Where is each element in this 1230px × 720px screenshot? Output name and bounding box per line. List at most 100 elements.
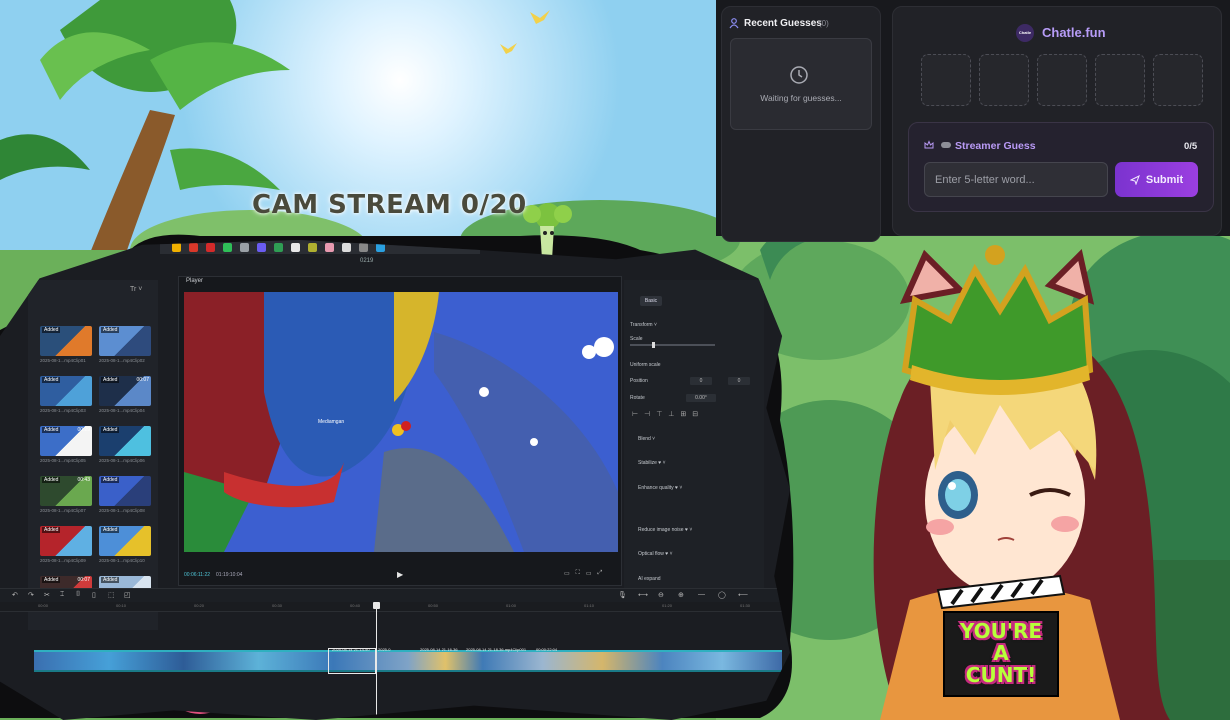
- track-clip-label: 2025-08-14 21-18-36.mp4Clip001: [466, 647, 527, 652]
- scale-slider-handle[interactable]: [652, 342, 655, 348]
- thumbnail-duration: 00:07: [77, 577, 90, 583]
- timeline-tool-icon[interactable]: ▯: [92, 591, 96, 599]
- thumbnail-name: 2025-08-1...mp4Clip10: [99, 558, 145, 563]
- timeline-tool-icon[interactable]: 🎙: [618, 591, 627, 599]
- player-control-icon[interactable]: ⤢: [598, 570, 603, 577]
- timeline-ruler[interactable]: 00:00 00:10 00:20 00:30 00:40 00:50 01:00 01:10…: [0, 602, 790, 612]
- selected-clip[interactable]: [328, 648, 376, 674]
- scale-slider[interactable]: [630, 342, 715, 348]
- media-filter-tools[interactable]: Tr ˅: [130, 286, 142, 293]
- discord-icon[interactable]: [257, 242, 266, 252]
- current-time: 00:06:11:22: [184, 572, 211, 578]
- chatle-brand[interactable]: Chatle.fun: [1042, 25, 1106, 40]
- ruler-tick-label: 00:20: [194, 603, 205, 608]
- ruler-tick-label: 00:10: [116, 603, 127, 608]
- thumbnail-name: 2025-08-1...mp4Clip01: [40, 358, 86, 363]
- thumbnail-duration: 00:07: [136, 377, 149, 383]
- position-x-field[interactable]: 0: [690, 377, 712, 385]
- rotate-label: Rotate: [630, 395, 645, 401]
- thumbnail-added-tag: Added: [101, 577, 120, 583]
- optical-flow-section[interactable]: Optical flow ♥ ˅: [638, 551, 673, 557]
- ruler-tick-label: 00:40: [350, 603, 361, 608]
- thumbnail-name: 2025-08-1...mp4Clip02: [99, 358, 145, 363]
- pin-icon[interactable]: [206, 242, 215, 252]
- stabilize-section[interactable]: Stabilize ♥ ˅: [638, 460, 666, 466]
- align-tools[interactable]: ⊢⊣⊤⊥⊞⊟: [632, 410, 704, 418]
- timeline-toolbar: [0, 588, 790, 602]
- send-icon: [1129, 174, 1140, 185]
- clock-icon: [790, 66, 808, 84]
- guess-word-input[interactable]: [924, 162, 1108, 197]
- timeline-tool-icon[interactable]: ⟵: [738, 591, 748, 599]
- media-thumbnail[interactable]: Added 00:07: [99, 376, 151, 406]
- app-icon[interactable]: [240, 242, 249, 252]
- playhead[interactable]: [373, 602, 380, 720]
- media-thumbnail[interactable]: Added 00:43: [40, 476, 92, 506]
- media-thumbnail[interactable]: Added: [99, 426, 151, 456]
- timeline-tool-icon[interactable]: ↶: [12, 591, 18, 599]
- guess-count: 0/5: [1184, 141, 1198, 152]
- gamepad-icon: [941, 142, 951, 148]
- thumbnail-name: 2025-08-1...mp4Clip03: [40, 408, 86, 413]
- ruler-tick-label: 01:10: [584, 603, 595, 608]
- sheet-icon[interactable]: [274, 242, 283, 252]
- player-controls: ▭ ⛶ ▭ ⤢: [564, 570, 602, 577]
- timeline-tool-icon[interactable]: ↷: [28, 591, 34, 599]
- transform-section[interactable]: Transform ˅: [630, 322, 657, 328]
- thumbnail-added-tag: Added: [101, 427, 120, 433]
- timeline-tool-icon[interactable]: ⌶: [60, 591, 64, 599]
- video-editor-window: 0219 Tr ˅ Added 2025-08-1...mp4Clip01 Adde…: [0, 240, 790, 720]
- capcut-icon-2[interactable]: [342, 242, 351, 252]
- thumbnail-added-tag: Added: [42, 577, 61, 583]
- letter-slot: [1095, 54, 1145, 106]
- whatsapp-icon[interactable]: [223, 242, 232, 252]
- timeline-tool-icon[interactable]: ◯: [718, 591, 726, 599]
- media-thumbnail[interactable]: Added: [40, 526, 92, 556]
- app-icon-3[interactable]: [325, 242, 334, 252]
- ruler-tick-label: 00:50: [428, 603, 439, 608]
- letter-slot: [1037, 54, 1087, 106]
- reduce-noise-section[interactable]: Reduce image noise ♥ ˅: [638, 527, 692, 533]
- thumbnail-added-tag: Added: [42, 327, 61, 333]
- media-thumbnail[interactable]: Added: [99, 526, 151, 556]
- timeline-tool-icon[interactable]: —: [698, 591, 705, 598]
- thumbnail-duration: 00:29: [77, 427, 90, 433]
- media-thumbnail[interactable]: Added: [40, 376, 92, 406]
- recent-guesses-count: (0): [819, 19, 829, 28]
- thumbnail-duration: 00:43: [77, 477, 90, 483]
- player-control-icon[interactable]: ⛶: [576, 570, 580, 577]
- thumbnail-name: 2025-08-1...mp4Clip08: [99, 508, 145, 513]
- position-label: Position: [630, 378, 648, 384]
- position-y-field[interactable]: 0: [728, 377, 750, 385]
- play-button[interactable]: ▶: [397, 570, 403, 579]
- media-thumbnail[interactable]: Added: [40, 326, 92, 356]
- record-icon[interactable]: [189, 242, 198, 252]
- submit-button[interactable]: Submit: [1115, 162, 1198, 197]
- ai-expand-section[interactable]: AI expand: [638, 576, 661, 582]
- app-icon-2[interactable]: [308, 242, 317, 252]
- letter-slot: [921, 54, 971, 106]
- ruler-tick-label: 01:00: [506, 603, 517, 608]
- blend-section[interactable]: Blend ˅: [638, 436, 655, 442]
- capcut-icon[interactable]: [291, 242, 300, 252]
- timeline-tool-icon[interactable]: ⌷: [76, 591, 80, 599]
- media-thumbnail[interactable]: Added: [99, 476, 151, 506]
- player-control-icon[interactable]: ▭: [564, 570, 570, 577]
- media-thumbnail[interactable]: Added: [99, 326, 151, 356]
- media-thumbnail[interactable]: Added 00:29: [40, 426, 92, 456]
- timeline-tool-icon[interactable]: ✂: [44, 591, 50, 599]
- timeline-tool-icon[interactable]: ◰: [124, 591, 131, 599]
- video-track[interactable]: [34, 650, 782, 672]
- timeline-tool-icon[interactable]: ⟷: [638, 591, 648, 599]
- rotate-field[interactable]: 0.00°: [686, 394, 716, 402]
- timeline-tool-icon[interactable]: ⊕: [678, 591, 684, 599]
- timeline-tool-icon[interactable]: ⊖: [658, 591, 664, 599]
- app-icon-4[interactable]: [359, 242, 368, 252]
- player-caption: Mediamgan: [318, 419, 345, 425]
- tab-basic[interactable]: Basic: [640, 296, 662, 306]
- total-time: 01:19:10:04: [216, 572, 243, 578]
- player-control-icon[interactable]: ▭: [586, 570, 592, 577]
- timeline-tool-icon[interactable]: ⬚: [108, 591, 115, 599]
- thumbnail-added-tag: Added: [42, 377, 61, 383]
- enhance-quality-section[interactable]: Enhance quality ♥ ˅: [638, 485, 682, 491]
